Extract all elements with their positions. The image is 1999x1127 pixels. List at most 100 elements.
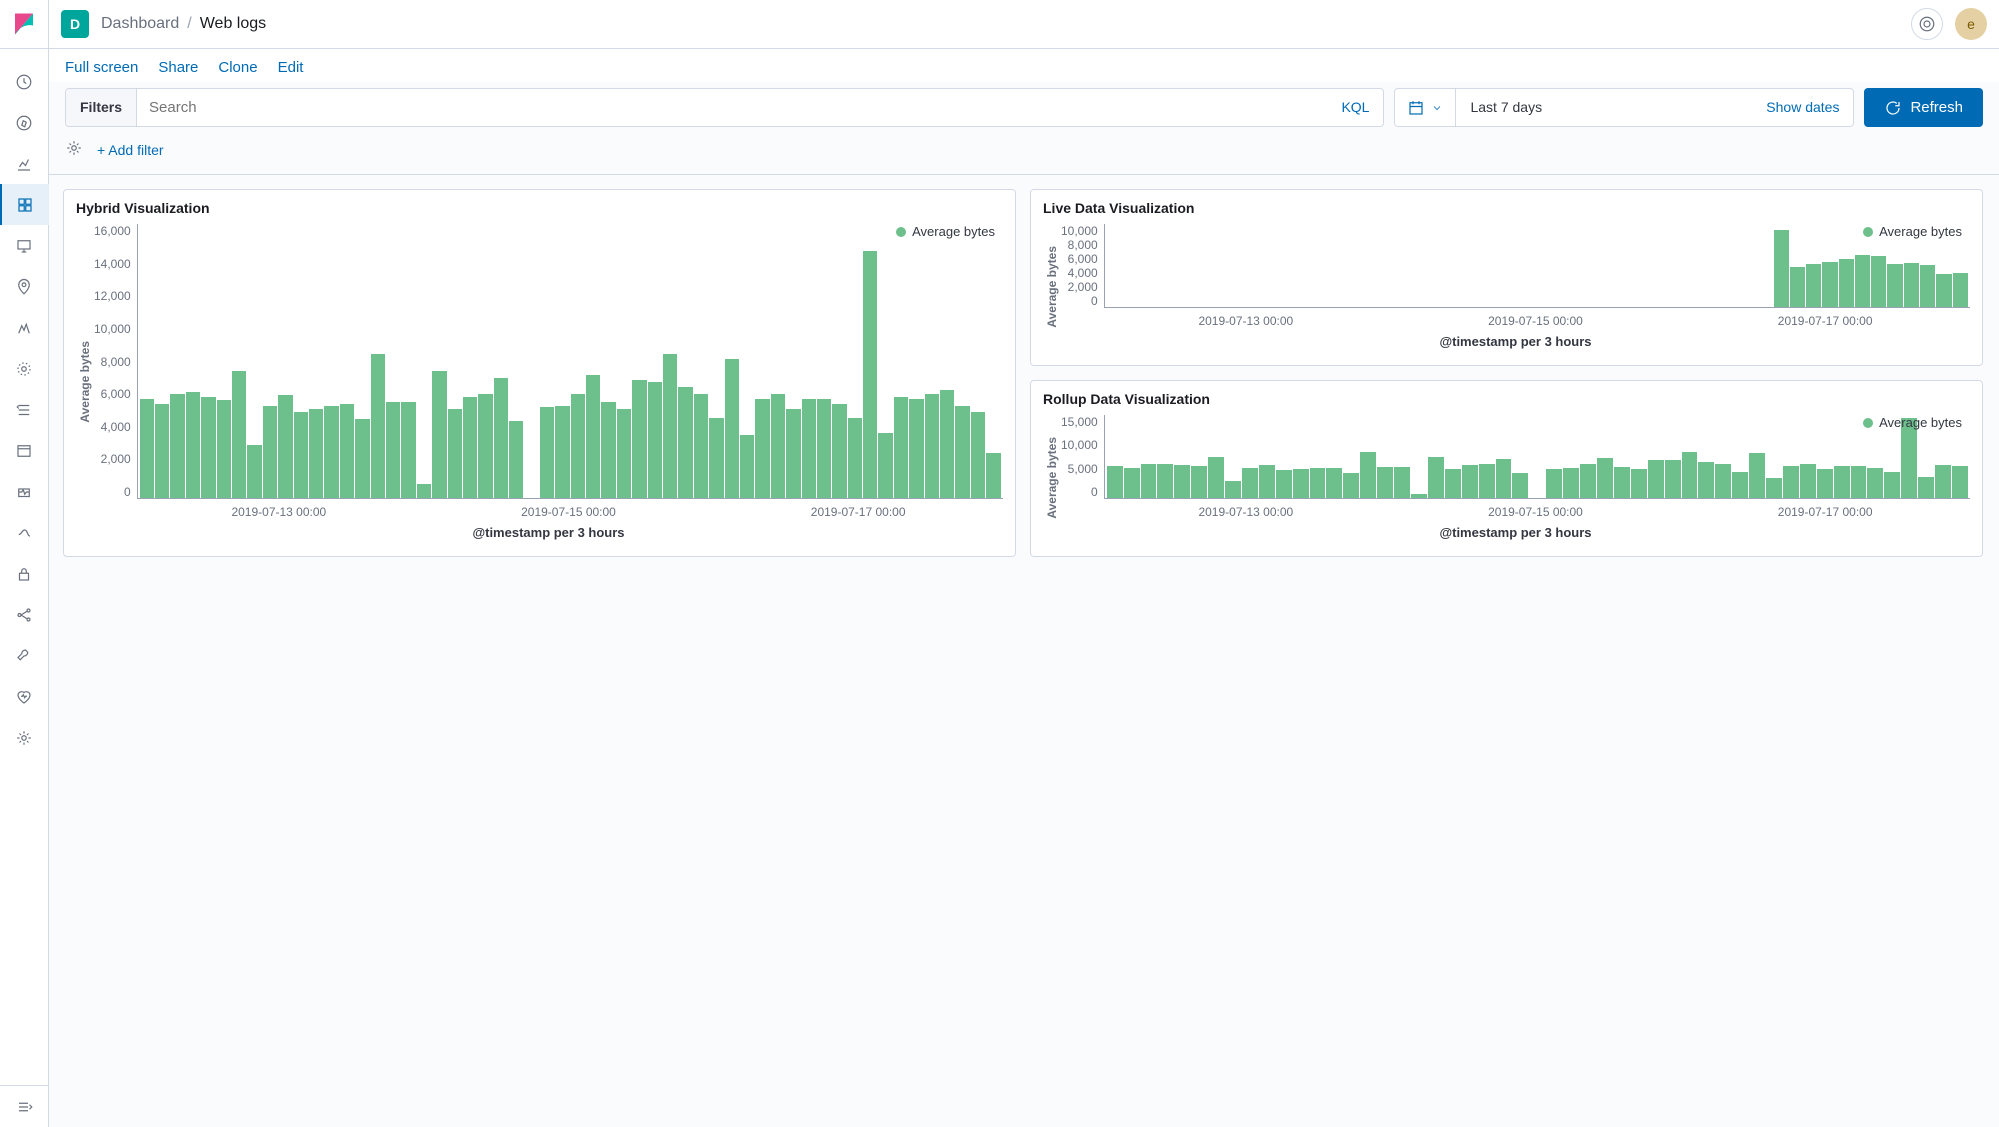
kibana-logo[interactable] [0,0,48,49]
nav-siem-icon[interactable] [0,512,49,553]
bar [1225,481,1241,498]
nav-maps-icon[interactable] [0,266,49,307]
bar [648,382,662,498]
date-picker-button[interactable] [1395,89,1456,126]
bar [925,394,939,498]
bar [571,394,585,498]
panel-title: Live Data Visualization [1043,200,1970,216]
bar [1749,453,1765,498]
user-avatar[interactable]: e [1955,8,1987,40]
bar [1867,468,1883,498]
nav-graph-icon[interactable] [0,594,49,635]
x-axis-label: @timestamp per 3 hours [94,519,1003,540]
nav-devtools-icon[interactable] [0,635,49,676]
add-filter-link[interactable]: + Add filter [97,142,164,158]
bar [1343,473,1359,498]
filters-label[interactable]: Filters [66,89,137,126]
filter-options-icon[interactable] [65,139,83,160]
bar [201,397,215,498]
bar [1512,473,1528,498]
legend-label: Average bytes [912,224,995,239]
share-link[interactable]: Share [158,59,198,76]
bar [1715,464,1731,498]
bar [878,433,892,498]
bar [1839,259,1854,307]
nav-management-icon[interactable] [0,717,49,758]
panel-title: Hybrid Visualization [76,200,1003,216]
refresh-button[interactable]: Refresh [1864,88,1983,127]
date-picker-group: Last 7 days Show dates [1394,88,1854,127]
chart-rollup[interactable]: Average bytesAverage bytes15,00010,0005,… [1043,415,1970,540]
bar [694,394,708,498]
bar [1774,230,1789,307]
refresh-icon [1884,99,1902,117]
plot-area[interactable] [137,224,1003,499]
nav-infra-icon[interactable] [0,348,49,389]
bar [1935,465,1951,498]
chart-legend: Average bytes [896,224,995,239]
nav-monitoring-icon[interactable] [0,676,49,717]
chart-legend: Average bytes [1863,224,1962,239]
breadcrumb-parent[interactable]: Dashboard [101,15,179,33]
bar [1665,460,1681,498]
legend-label: Average bytes [1879,224,1962,239]
bar [1276,470,1292,498]
bar [802,399,816,498]
show-dates-link[interactable]: Show dates [1752,89,1853,126]
nav-recent-icon[interactable] [0,61,49,102]
bar [217,400,231,498]
dashboard-actions: Full screen Share Clone Edit [49,49,1999,82]
chart-hybrid[interactable]: Average bytesAverage bytes16,00014,00012… [76,224,1003,540]
x-ticks: 2019-07-13 00:002019-07-15 00:002019-07-… [94,499,1003,519]
nav-canvas-icon[interactable] [0,225,49,266]
nav-security-icon[interactable] [0,553,49,594]
space-selector[interactable]: D [61,10,89,38]
nav-ml-icon[interactable] [0,307,49,348]
bar [417,484,431,498]
bar [1817,469,1833,498]
bar [170,394,184,498]
help-icon[interactable] [1911,8,1943,40]
plot-area[interactable] [1104,415,1970,499]
bar [632,380,646,498]
bar [955,406,969,498]
clone-link[interactable]: Clone [218,59,257,76]
bar [294,412,308,498]
edit-link[interactable]: Edit [278,59,304,76]
bar [1563,468,1579,498]
y-axis-label: Average bytes [1043,242,1061,332]
panel-hybrid: Hybrid Visualization Average bytesAverag… [63,189,1016,557]
nav-logs-icon[interactable] [0,389,49,430]
bar [617,409,631,498]
bar [1546,469,1562,498]
nav-apm-icon[interactable] [0,430,49,471]
plot-area[interactable] [1104,224,1970,308]
nav-collapse-icon[interactable] [0,1086,49,1127]
bar [1326,468,1342,498]
nav-dashboard-icon[interactable] [0,184,49,225]
fullscreen-link[interactable]: Full screen [65,59,138,76]
legend-swatch [1863,418,1873,428]
bar [1614,467,1630,498]
kql-toggle[interactable]: KQL [1327,89,1383,126]
bar [1783,466,1799,498]
panel-live: Live Data Visualization Average bytes Ave… [1030,189,1983,366]
search-input[interactable] [137,89,1327,126]
bar [386,402,400,498]
nav-uptime-icon[interactable] [0,471,49,512]
chart-live[interactable]: Average bytesAverage bytes10,0008,0006,0… [1043,224,1970,349]
bar [1293,469,1309,498]
bar [324,406,338,498]
bar [1360,452,1376,498]
date-range-text[interactable]: Last 7 days [1456,89,1752,126]
dashboard-panels: Hybrid Visualization Average bytesAverag… [49,175,1999,1127]
nav-discover-icon[interactable] [0,102,49,143]
y-ticks: 15,00010,0005,0000 [1061,415,1104,499]
legend-label: Average bytes [1879,415,1962,430]
nav-visualize-icon[interactable] [0,143,49,184]
bar [1157,464,1173,498]
bar [725,359,739,498]
bar [1682,452,1698,498]
bar [1766,478,1782,498]
bar [1834,466,1850,498]
